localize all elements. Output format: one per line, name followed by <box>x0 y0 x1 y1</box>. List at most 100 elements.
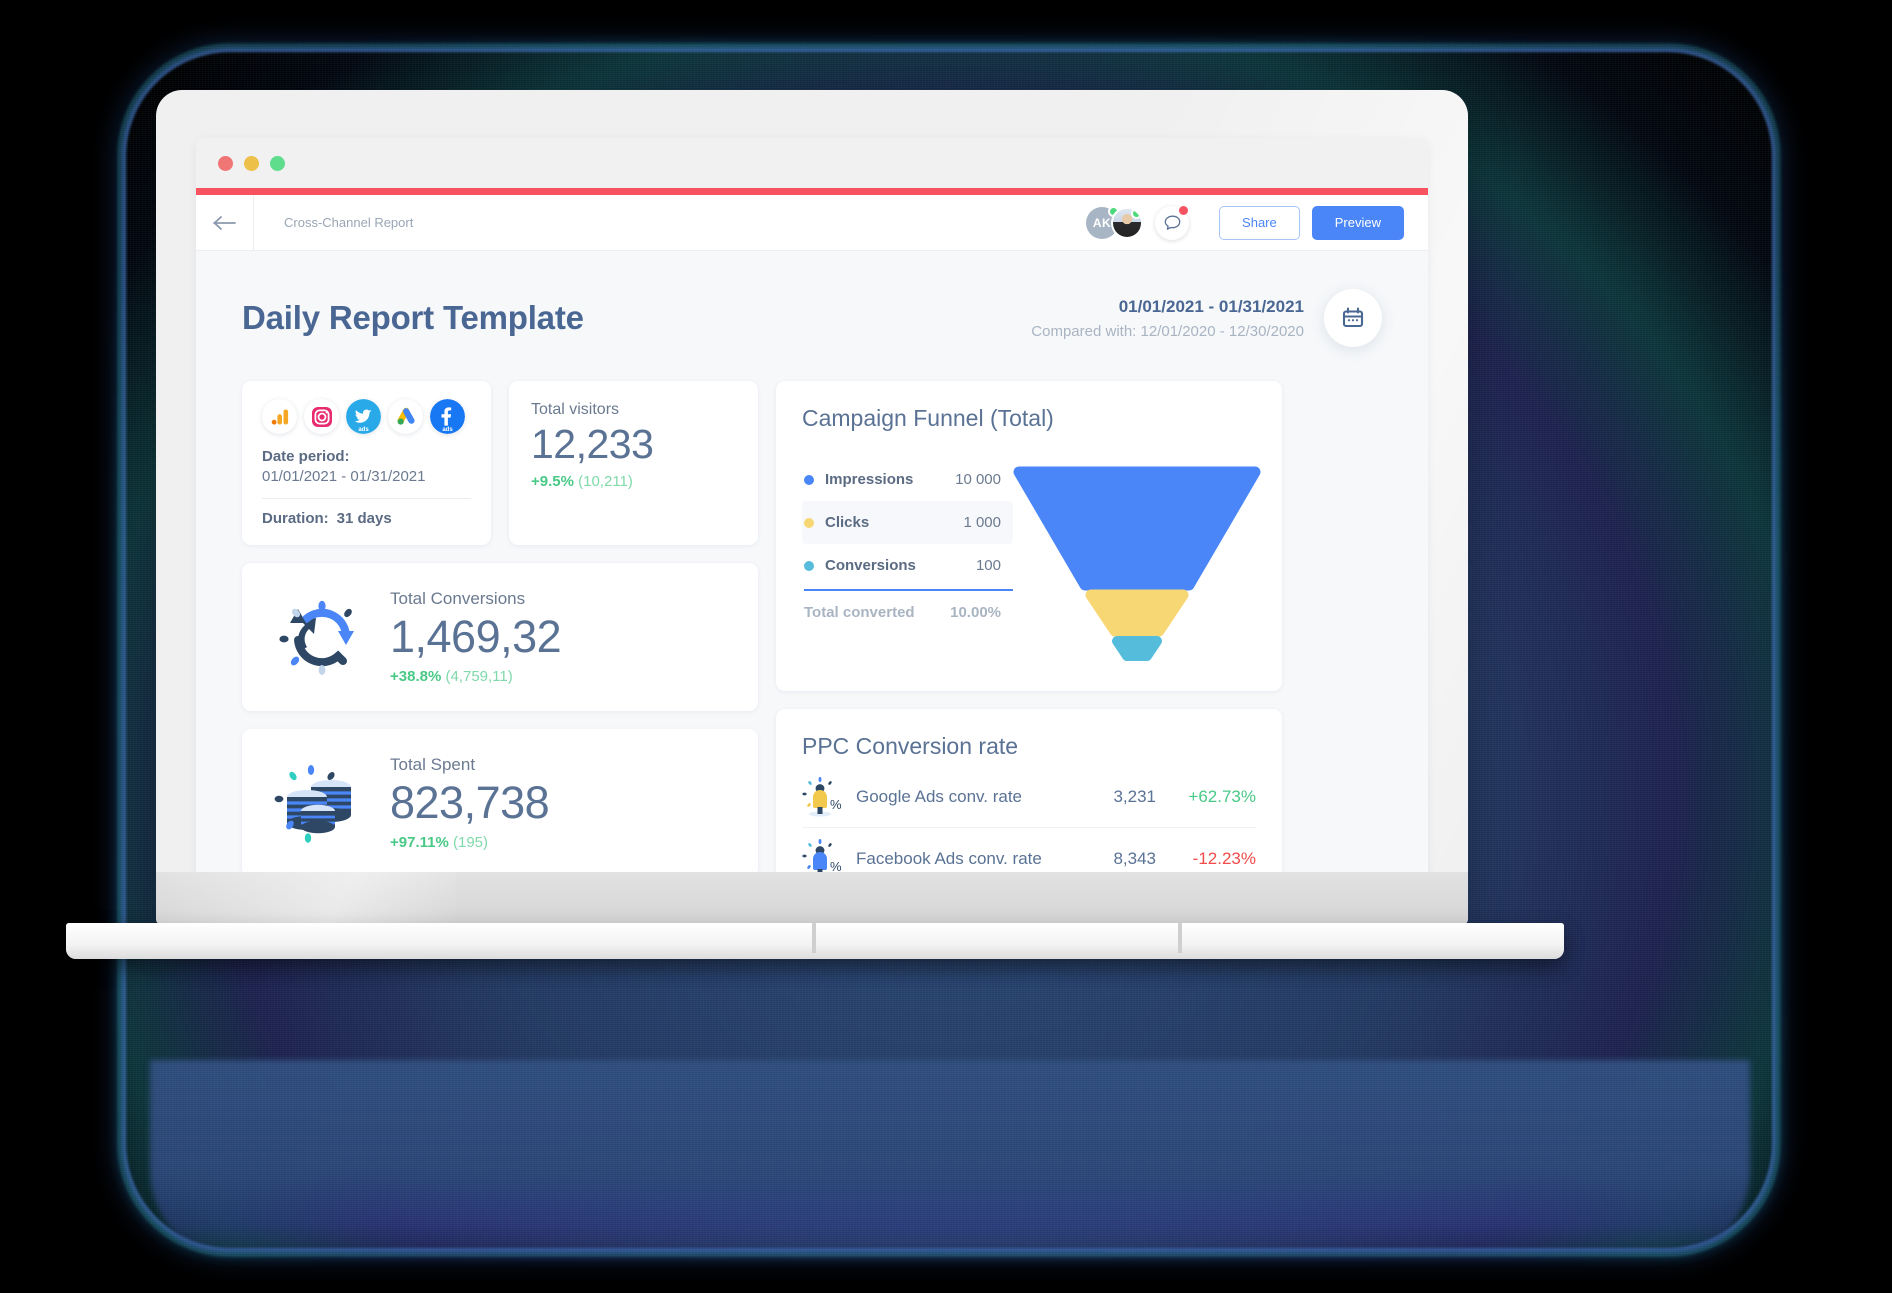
google-analytics-icon[interactable] <box>262 399 297 434</box>
app-header: Cross-Channel Report AK Share Preview <box>196 195 1428 251</box>
share-button[interactable]: Share <box>1219 205 1300 240</box>
legend-label: Conversions <box>825 557 916 574</box>
data-source-icons: ads ads <box>262 399 471 434</box>
ppc-row-label: Google Ads conv. rate <box>856 786 1023 806</box>
funnel-segment-conversions <box>1112 636 1162 661</box>
chat-notification-badge <box>1179 205 1189 215</box>
delta-previous: (4,759,11) <box>445 667 513 685</box>
total-spent-delta: +97.11% (195) <box>390 834 549 851</box>
traffic-light-maximize-icon[interactable] <box>270 155 285 171</box>
arrow-left-icon <box>212 215 236 230</box>
date-range-block: 01/01/2021 - 01/31/2021 Compared with: 1… <box>1031 297 1304 340</box>
total-conversions-text: Total Conversions 1,469,32 +38.8% (4,759… <box>390 589 562 685</box>
ppc-conversion-rate-card: PPC Conversion rate % Google Ads conv. r… <box>776 709 1282 878</box>
funnel-segment-clicks <box>1085 589 1189 637</box>
coins-stack-glyph <box>274 765 351 843</box>
legend-value: 1 000 <box>963 514 1001 531</box>
chat-button[interactable] <box>1155 205 1190 240</box>
dashboard-right-column: Campaign Funnel (Total) Impressions 10 0… <box>776 381 1282 878</box>
back-button[interactable] <box>196 195 254 250</box>
total-conversions-delta: +38.8% (4,759,11) <box>390 668 561 685</box>
delta-previous: (10,211) <box>578 473 633 491</box>
legend-value: 100 <box>975 557 1001 574</box>
ppc-panel-title: PPC Conversion rate <box>802 733 1019 759</box>
funnel-chart-svg <box>1013 466 1261 661</box>
google-ads-icon[interactable] <box>388 399 423 434</box>
total-spent-value: 823,738 <box>390 777 550 829</box>
duration-value: 31 days <box>336 510 392 527</box>
refresh-conversions-glyph <box>279 600 354 675</box>
legend-value: 10 000 <box>955 471 1001 488</box>
twitter-ads-icon[interactable]: ads <box>346 399 381 434</box>
avatar-photo[interactable] <box>1111 206 1144 239</box>
laptop-deck-front-sheen <box>156 872 456 930</box>
breadcrumb[interactable]: Cross-Channel Report <box>254 215 413 230</box>
browser-chrome-bar <box>196 138 1428 188</box>
ppc-row-value: 3,231 <box>1113 786 1156 806</box>
laptop-foot-notch-right-front <box>1178 923 1182 953</box>
delta-percent: +9.5% <box>531 473 574 491</box>
legend-bullet-icon <box>804 474 814 485</box>
total-spent-text: Total Spent 823,738 +97.11% (195) <box>390 755 550 851</box>
avatar-initials-label: AK <box>1092 215 1112 230</box>
total-conversions-label: Total Conversions <box>390 589 526 609</box>
date-period-card: ads ads Date period: 01/01/2021 - 01/31/… <box>242 381 491 545</box>
ppc-row[interactable]: % Google Ads conv. rate 3,231 +62.73% <box>802 766 1256 828</box>
screenshot-stage: Cross-Channel Report AK Share Preview Da… <box>0 0 1892 1293</box>
person-percent-yellow-icon: % <box>802 776 842 818</box>
legend-label: Impressions <box>825 471 914 488</box>
total-conversions-value: 1,469,32 <box>390 611 562 663</box>
svg-text:ads: ads <box>442 427 453 433</box>
funnel-legend: Impressions 10 000 Clicks 1 000 Conversi… <box>802 458 1013 671</box>
app-header-actions: AK Share Preview <box>1086 205 1428 240</box>
google-ads-glyph <box>397 407 415 425</box>
funnel-total-value: 10.00% <box>950 604 1001 621</box>
page-title-row: Daily Report Template 01/01/2021 - 01/31… <box>242 289 1382 347</box>
funnel-legend-row[interactable]: Conversions 100 <box>802 544 1013 587</box>
funnel-segment-impressions <box>1013 466 1261 591</box>
facebook-ads-icon[interactable]: ads <box>430 399 465 434</box>
delta-previous: (195) <box>452 833 489 851</box>
funnel-legend-row[interactable]: Impressions 10 000 <box>802 458 1013 501</box>
google-analytics-glyph <box>271 409 288 425</box>
avatar-online-status-icon <box>1131 208 1142 219</box>
accent-bar <box>196 188 1428 195</box>
legend-bullet-icon <box>804 517 814 528</box>
ppc-row-change: +62.73% <box>1188 786 1256 806</box>
person-percent-glyph: % <box>802 776 842 817</box>
delta-percent: +38.8% <box>390 667 442 685</box>
legend-label: Clicks <box>825 514 870 531</box>
background-glow-base <box>150 1060 1750 1260</box>
calendar-button[interactable] <box>1324 289 1382 347</box>
duration-row: Duration: 31 days <box>262 510 471 527</box>
legend-bullet-icon <box>804 560 814 571</box>
page-title: Daily Report Template <box>242 299 584 336</box>
svg-text:ads: ads <box>358 427 369 433</box>
preview-button[interactable]: Preview <box>1311 205 1404 240</box>
ppc-row-label: Facebook Ads conv. rate <box>856 848 1042 868</box>
top-card-row: ads ads Date period: 01/01/2021 - 01/31/… <box>242 381 758 545</box>
date-period-value: 01/01/2021 - 01/31/2021 <box>262 468 426 485</box>
total-conversions-card: Total Conversions 1,469,32 +38.8% (4,759… <box>242 563 758 711</box>
coins-stack-icon <box>268 757 376 849</box>
delta-percent: +97.11% <box>390 833 449 851</box>
facebook-ads-glyph: ads <box>430 399 465 434</box>
ppc-row[interactable]: % Facebook Ads conv. rate 8,343 -12.23% <box>802 828 1256 878</box>
instagram-glyph <box>311 406 332 427</box>
instagram-icon[interactable] <box>304 399 339 434</box>
funnel-total-row: Total converted 10.00% <box>802 591 1013 621</box>
dashboard-grid: ads ads Date period: 01/01/2021 - 01/31/… <box>242 381 1382 878</box>
traffic-light-minimize-icon[interactable] <box>244 155 259 171</box>
campaign-funnel-body: Impressions 10 000 Clicks 1 000 Conversi… <box>802 458 1261 671</box>
report-page: Daily Report Template 01/01/2021 - 01/31… <box>196 251 1428 878</box>
svg-text:%: % <box>830 797 842 812</box>
traffic-light-close-icon[interactable] <box>218 155 233 171</box>
browser-window: Cross-Channel Report AK Share Preview Da… <box>196 138 1428 878</box>
duration-label: Duration: <box>262 510 329 527</box>
funnel-legend-row[interactable]: Clicks 1 000 <box>802 501 1013 544</box>
chat-bubble-icon <box>1164 215 1180 230</box>
funnel-chart <box>1013 458 1261 671</box>
ppc-row-change: -12.23% <box>1192 848 1256 868</box>
date-compared-with: Compared with: 12/01/2020 - 12/30/2020 <box>1031 322 1304 340</box>
funnel-total-label: Total converted <box>804 604 915 621</box>
